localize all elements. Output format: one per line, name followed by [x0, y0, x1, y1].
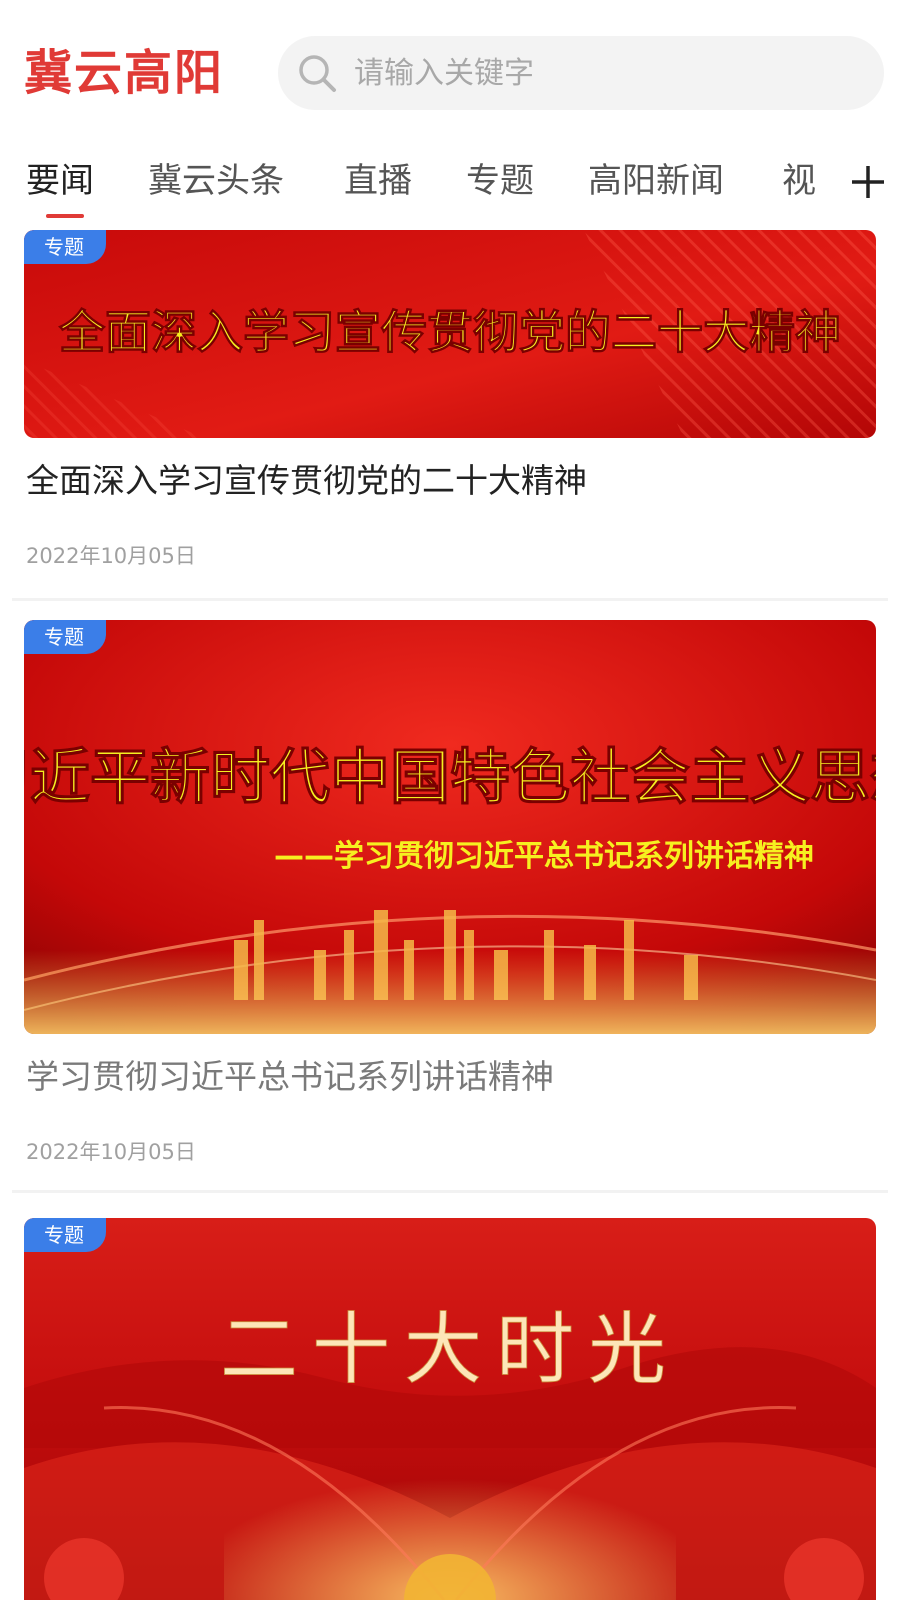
article-banner[interactable]: 全面深入学习宣传贯彻党的二十大精神 专题: [24, 230, 876, 438]
tab-gaoyang-news[interactable]: 高阳新闻: [588, 156, 724, 206]
channel-tabs: 要闻 冀云头条 直播 专题 高阳新闻 视: [0, 148, 900, 228]
search-input[interactable]: [354, 36, 854, 110]
plus-icon[interactable]: [848, 162, 888, 202]
tab-zhibo[interactable]: 直播: [344, 156, 412, 206]
topic-badge: 专题: [24, 1218, 106, 1252]
divider: [12, 1190, 888, 1193]
topic-badge: 专题: [24, 230, 106, 264]
article-card[interactable]: 二十大时光 专题: [24, 1218, 876, 1600]
search-bar[interactable]: [278, 36, 884, 110]
article-title[interactable]: 全面深入学习宣传贯彻党的二十大精神: [26, 454, 587, 502]
banner-subheadline: ——学习贯彻习近平总书记系列讲话精神: [274, 839, 814, 874]
article-banner[interactable]: 二十大时光 专题: [24, 1218, 876, 1600]
banner-headline: 二十大时光: [220, 1305, 680, 1395]
banner-image: 二十大时光: [24, 1218, 876, 1600]
tab-jiyun-toutiao[interactable]: 冀云头条: [148, 156, 284, 206]
app-header: 冀云高阳: [0, 0, 900, 150]
tab-video[interactable]: 视: [782, 156, 816, 206]
app-title: 冀云高阳: [24, 45, 225, 101]
active-tab-indicator: [46, 214, 84, 218]
article-card[interactable]: 习近平新时代中国特色社会主义思想 ——学习贯彻习近平总书记系列讲话精神 专题 学…: [24, 620, 876, 1180]
article-date: 2022年10月05日: [26, 544, 196, 568]
banner-headline: 全面深入学习宣传贯彻党的二十大精神: [58, 305, 841, 359]
divider: [12, 598, 888, 601]
banner-image: 习近平新时代中国特色社会主义思想 ——学习贯彻习近平总书记系列讲话精神: [24, 620, 876, 1034]
article-date: 2022年10月05日: [26, 1140, 196, 1164]
search-icon: [299, 55, 336, 92]
banner-image: 全面深入学习宣传贯彻党的二十大精神: [24, 230, 876, 438]
article-title[interactable]: 学习贯彻习近平总书记系列讲话精神: [26, 1050, 554, 1098]
article-banner[interactable]: 习近平新时代中国特色社会主义思想 ——学习贯彻习近平总书记系列讲话精神 专题: [24, 620, 876, 1034]
article-card[interactable]: 全面深入学习宣传贯彻党的二十大精神 专题 全面深入学习宣传贯彻党的二十大精神 2…: [24, 230, 876, 590]
banner-headline: 习近平新时代中国特色社会主义思想: [24, 743, 876, 813]
tab-yaowen[interactable]: 要闻: [26, 156, 94, 206]
tab-zhuanti[interactable]: 专题: [466, 156, 534, 206]
topic-badge: 专题: [24, 620, 106, 654]
